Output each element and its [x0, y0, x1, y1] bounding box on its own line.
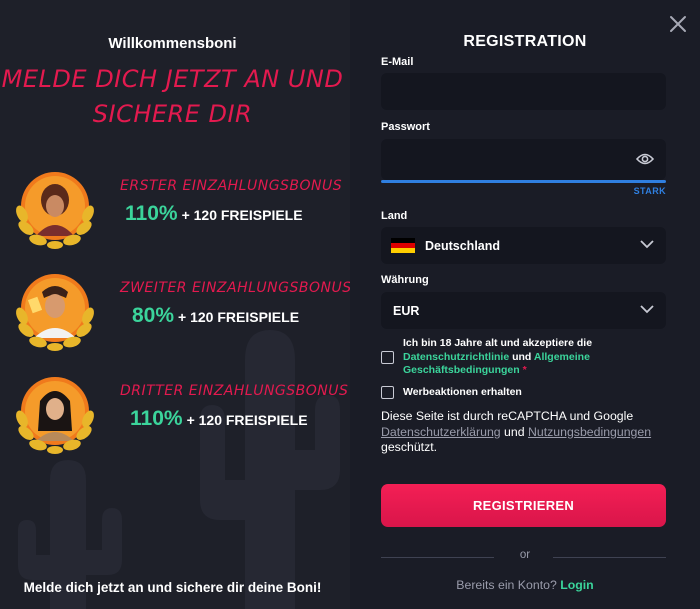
bonus-freespins-3: + 120 FREISPIELE [186, 412, 308, 428]
terms-text: Ich bin 18 Jahre alt und akzeptiere die … [403, 337, 633, 378]
password-field[interactable] [381, 139, 645, 180]
terms-text-intro: Ich bin 18 Jahre alt und akzeptiere die [403, 337, 593, 349]
register-button[interactable]: REGISTRIEREN [381, 484, 666, 527]
bonus-value-2: 80% + 120 FREISPIELE [132, 304, 299, 328]
bonus-title-1: Erster Einzahlungsbonus [120, 178, 343, 194]
bonus-title-3: Dritter Einzahlungsbonus [120, 383, 349, 399]
terms-checkbox[interactable] [381, 351, 394, 364]
login-prompt: Bereits ein Konto? Login [350, 578, 700, 592]
email-field[interactable] [381, 73, 645, 110]
bonus-item-1: Erster Einzahlungsbonus 110% + 120 FREISP… [12, 166, 342, 256]
registration-modal: Willkommensboni Melde dich jetzt an und … [0, 0, 700, 609]
signup-headline: Melde dich jetzt an und sichere dir [0, 62, 345, 132]
country-value: Deutschland [425, 239, 501, 253]
registration-form: REGISTRATION E-Mail Passwort STARK Land … [350, 0, 700, 609]
password-field-wrapper [381, 139, 666, 180]
recaptcha-end: geschützt. [381, 440, 438, 454]
login-prompt-text: Bereits ein Konto? [456, 578, 557, 592]
email-label: E-Mail [381, 56, 414, 68]
currency-label: Währung [381, 274, 429, 286]
bonus-item-2: Zweiter Einzahlungsbonus 80% + 120 FREISP… [12, 268, 350, 358]
bonus-percent-1: 110% [125, 202, 178, 225]
bonus-freespins-2: + 120 FREISPIELE [178, 309, 300, 325]
close-icon[interactable] [668, 14, 688, 34]
login-link[interactable]: Login [560, 578, 593, 592]
bonus-avatar-2 [16, 274, 94, 351]
headline-line-1: Melde dich jetzt an und [1, 65, 344, 93]
bonus-value-3: 110% + 120 FREISPIELE [130, 407, 308, 431]
welcome-bonus-title: Willkommensboni [108, 35, 237, 52]
password-strength-label: STARK [633, 186, 666, 196]
or-divider-text: or [519, 549, 531, 561]
chevron-down-icon [640, 240, 654, 249]
bonus-title-2: Zweiter Einzahlungsbonus [120, 280, 350, 296]
email-field-wrapper [381, 73, 666, 110]
required-asterisk: * [522, 364, 527, 376]
country-label: Land [381, 210, 408, 222]
germany-flag-icon [391, 238, 415, 253]
bonus-value-1: 110% + 120 FREISPIELE [125, 202, 303, 226]
google-privacy-link[interactable]: Datenschutzerklärung [381, 425, 501, 439]
headline-line-2: sichere dir [92, 100, 253, 128]
privacy-policy-link[interactable]: Datenschutzrichtlinie [403, 351, 509, 363]
welcome-bonus-panel: Willkommensboni Melde dich jetzt an und … [0, 0, 350, 609]
form-title: REGISTRATION [463, 33, 587, 50]
promo-checkbox[interactable] [381, 386, 394, 399]
currency-select[interactable]: EUR [381, 292, 666, 329]
google-terms-link[interactable]: Nutzungsbedingungen [528, 425, 651, 439]
left-footer-text: Melde dich jetzt an und sichere dir dein… [23, 580, 322, 595]
promo-text: Werbeaktionen erhalten [403, 386, 522, 398]
bonus-freespins-1: + 120 FREISPIELE [181, 207, 303, 223]
divider-right [553, 557, 666, 558]
bonus-percent-2: 80% [132, 304, 175, 327]
chevron-down-icon [640, 305, 654, 314]
bonus-avatar-3 [16, 377, 94, 454]
recaptcha-and: und [504, 424, 525, 439]
password-strength-bar [381, 180, 666, 183]
bonus-item-3: Dritter Einzahlungsbonus 110% + 120 FREIS… [12, 371, 348, 461]
bonus-avatar-1 [16, 172, 94, 249]
eye-icon[interactable] [636, 152, 654, 166]
terms-and: und [512, 350, 532, 363]
country-select[interactable]: Deutschland [381, 227, 666, 264]
recaptcha-notice: Diese Seite ist durch reCAPTCHA und Goog… [381, 409, 681, 456]
bonus-percent-3: 110% [130, 407, 183, 430]
currency-value: EUR [393, 304, 420, 318]
password-label: Passwort [381, 121, 430, 133]
recaptcha-text: Diese Seite ist durch reCAPTCHA und Goog… [381, 409, 634, 423]
